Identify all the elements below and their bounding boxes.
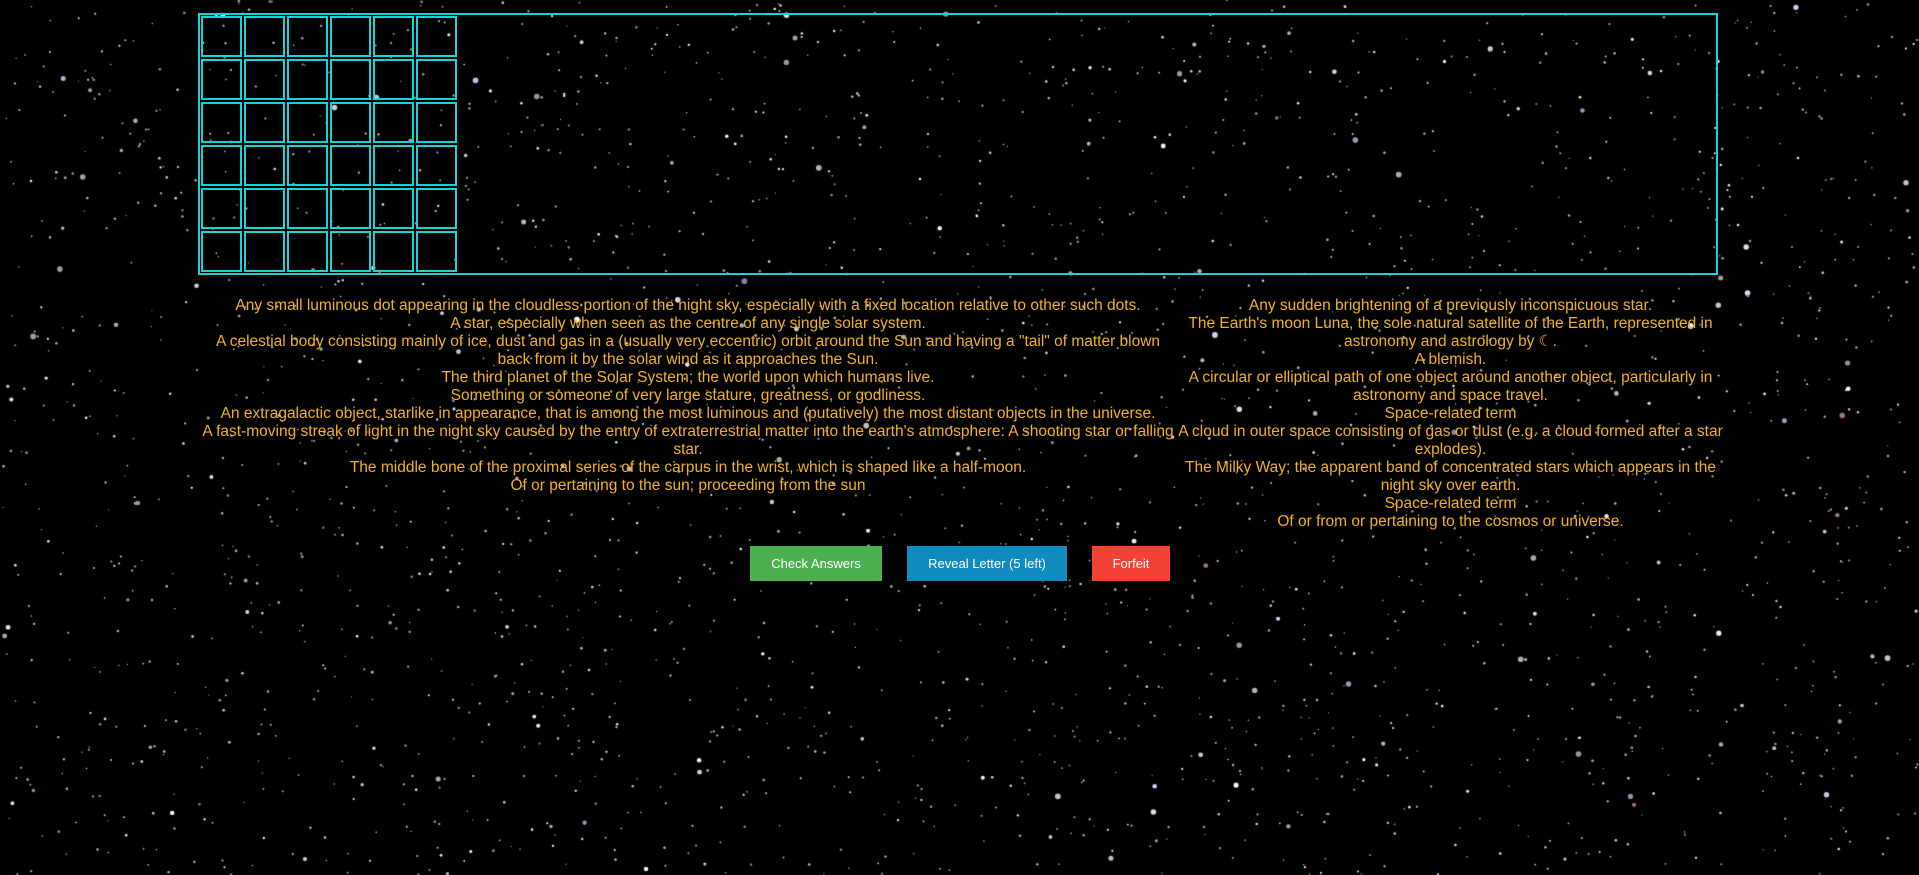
clue-text: Space-related term: [1384, 405, 1517, 422]
clue-text: A star, especially when seen as the cent…: [450, 315, 926, 332]
grid-cell[interactable]: [373, 188, 414, 229]
clue-text: A cloud in outer space consisting of gas…: [1178, 423, 1723, 458]
grid-cell[interactable]: [287, 188, 328, 229]
grid-cell[interactable]: [416, 59, 457, 100]
grid-cell[interactable]: [416, 145, 457, 186]
clue-text: A fast-moving streak of light in the nig…: [202, 423, 1174, 458]
grid-cell[interactable]: [416, 16, 457, 57]
clue-text: The Earth's moon Luna, the sole natural …: [1188, 315, 1713, 350]
grid-cell[interactable]: [287, 102, 328, 143]
grid-cell[interactable]: [287, 145, 328, 186]
clue-text: Any sudden brightening of a previously i…: [1248, 297, 1653, 314]
grid-cell[interactable]: [201, 102, 242, 143]
grid-cell[interactable]: [201, 145, 242, 186]
grid-cell[interactable]: [244, 145, 285, 186]
grid-cell[interactable]: [244, 102, 285, 143]
clue-list-right: Any sudden brightening of a previously i…: [1178, 297, 1723, 531]
clue-text: Space-related term: [1384, 495, 1517, 512]
crossword-board: [198, 13, 1718, 275]
clue-text: Of or pertaining to the sun; proceeding …: [510, 477, 866, 494]
grid-cell[interactable]: [287, 231, 328, 272]
grid-cell[interactable]: [373, 231, 414, 272]
reveal-letter-button[interactable]: Reveal Letter (5 left): [907, 546, 1067, 581]
grid-cell[interactable]: [416, 102, 457, 143]
grid-cell[interactable]: [330, 102, 371, 143]
clue-text: A celestial body consisting mainly of ic…: [215, 333, 1161, 368]
clue-text: Of or from or pertaining to the cosmos o…: [1277, 513, 1624, 530]
grid-cell[interactable]: [330, 188, 371, 229]
grid-cell[interactable]: [416, 188, 457, 229]
forfeit-button[interactable]: Forfeit: [1092, 546, 1170, 581]
grid-cell[interactable]: [373, 102, 414, 143]
grid-cell[interactable]: [287, 16, 328, 57]
grid-cell[interactable]: [287, 59, 328, 100]
grid-cell[interactable]: [244, 59, 285, 100]
clue-text: A blemish.: [1414, 351, 1487, 368]
clue-text: Any small luminous dot appearing in the …: [235, 297, 1141, 314]
grid-cell[interactable]: [244, 16, 285, 57]
grid-cell[interactable]: [330, 59, 371, 100]
grid-cell[interactable]: [373, 145, 414, 186]
crossword-grid: [200, 15, 458, 273]
grid-cell[interactable]: [330, 16, 371, 57]
grid-cell[interactable]: [201, 188, 242, 229]
grid-cell[interactable]: [373, 59, 414, 100]
grid-cell[interactable]: [244, 188, 285, 229]
grid-cell[interactable]: [244, 231, 285, 272]
action-buttons: Check Answers Reveal Letter (5 left) For…: [750, 546, 1170, 581]
grid-cell[interactable]: [201, 59, 242, 100]
clue-text: A circular or elliptical path of one obj…: [1188, 369, 1713, 404]
clue-text: An extragalactic object, starlike in app…: [220, 405, 1156, 422]
clue-text: The middle bone of the proximal series o…: [349, 459, 1027, 476]
clue-text: The Milky Way; the apparent band of conc…: [1184, 459, 1717, 494]
grid-cell[interactable]: [201, 16, 242, 57]
grid-cell[interactable]: [330, 145, 371, 186]
check-answers-button[interactable]: Check Answers: [750, 546, 882, 581]
grid-cell[interactable]: [416, 231, 457, 272]
clue-text: The third planet of the Solar System; th…: [441, 369, 935, 386]
clue-list-left: Any small luminous dot appearing in the …: [198, 297, 1178, 495]
grid-cell[interactable]: [201, 231, 242, 272]
grid-cell[interactable]: [330, 231, 371, 272]
grid-cell[interactable]: [373, 16, 414, 57]
clue-text: Something or someone of very large statu…: [450, 387, 926, 404]
